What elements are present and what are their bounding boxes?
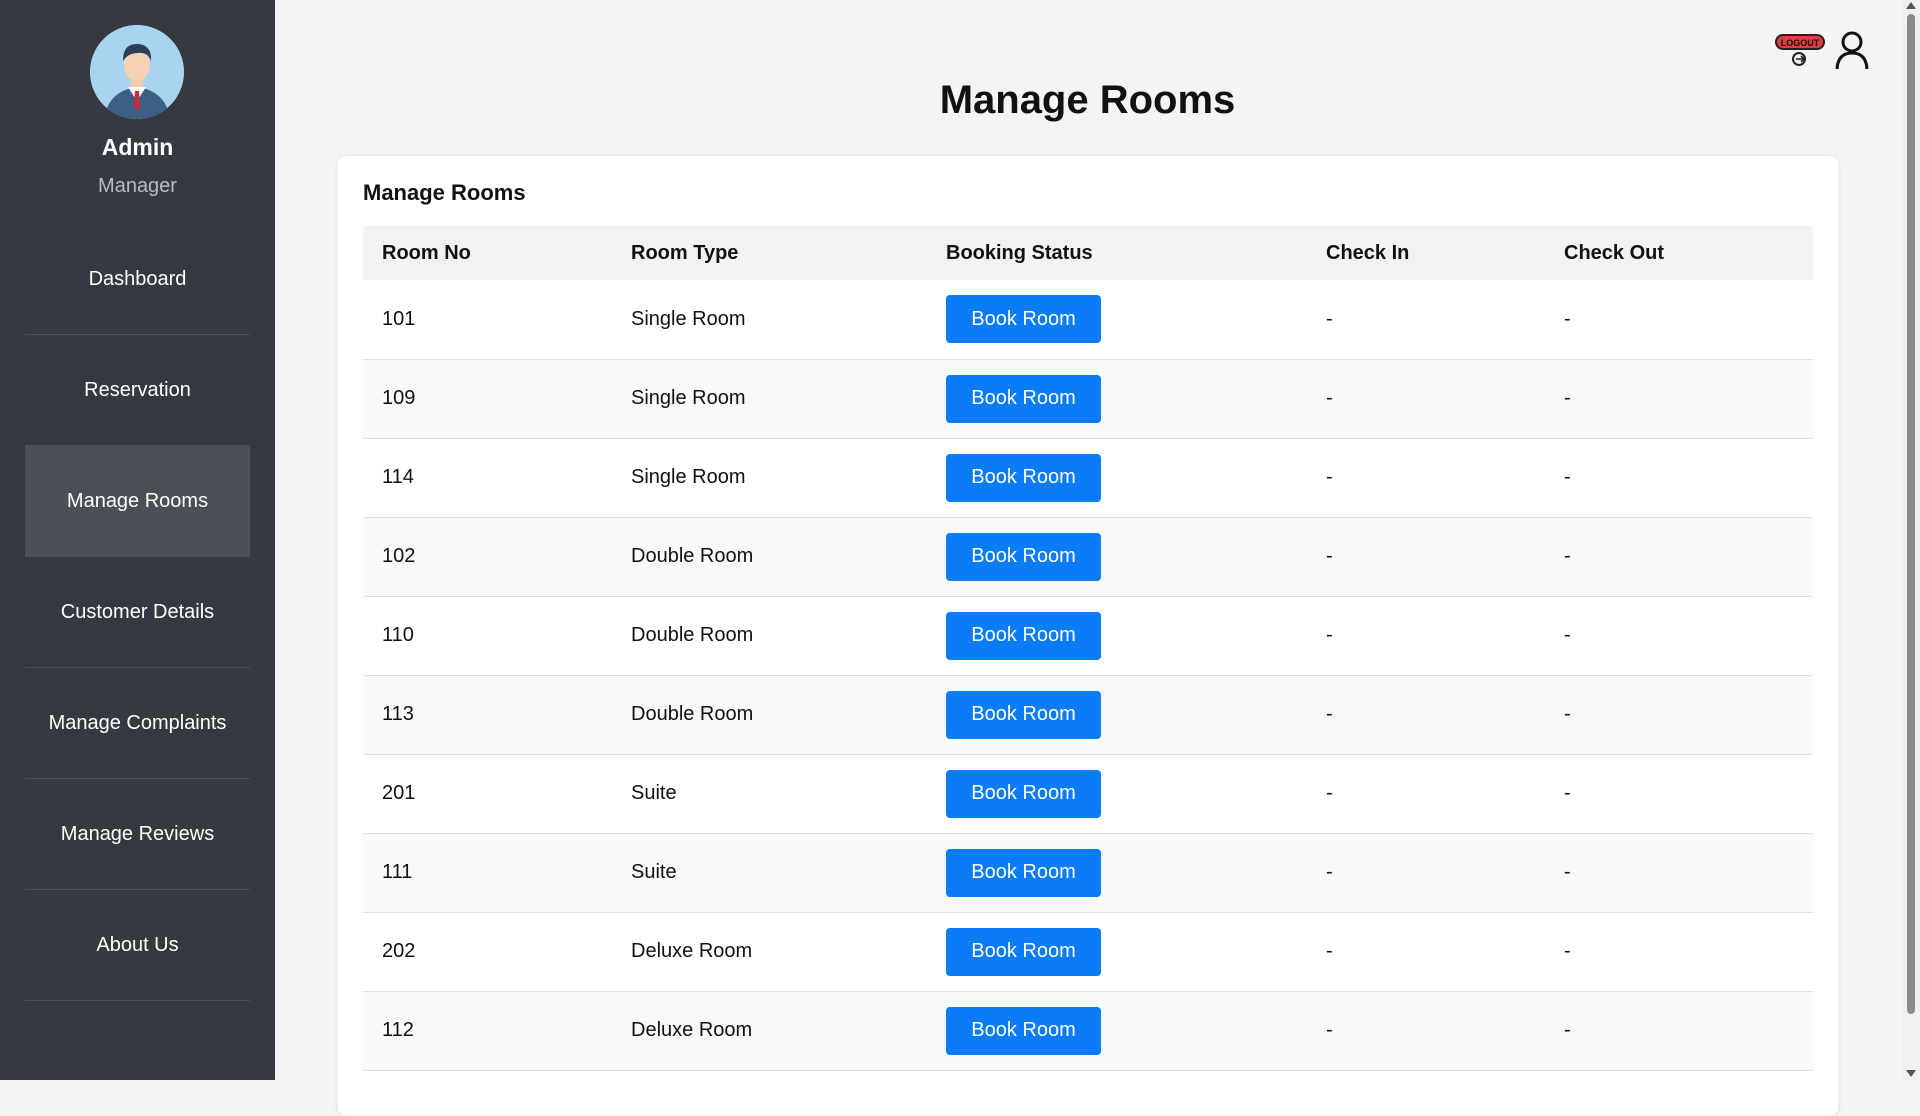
book-room-button[interactable]: Book Room: [946, 690, 1101, 739]
room-type-cell: Double Room: [631, 545, 754, 567]
book-room-button[interactable]: Book Room: [946, 295, 1101, 344]
card-title: Manage Rooms: [363, 180, 526, 205]
room-no-cell: 109: [382, 387, 416, 409]
booking-status-cell: Book Room: [927, 675, 1307, 754]
check-in-cell: -: [1326, 703, 1333, 725]
sidebar-nav: Dashboard Reservation Manage Rooms Custo…: [25, 224, 250, 1001]
table-row: 101 Single Room Book Room - -: [363, 280, 1813, 359]
check-out-cell: -: [1564, 387, 1571, 409]
room-no-cell: 114: [382, 466, 414, 488]
table-row: 112 Deluxe Room Book Room - -: [363, 991, 1813, 1070]
page-title: Manage Rooms: [939, 78, 1236, 122]
check-out-cell: -: [1564, 861, 1571, 883]
scroll-down-arrow-icon[interactable]: [1906, 1070, 1916, 1077]
book-room-button[interactable]: Book Room: [946, 848, 1101, 897]
check-in-cell: -: [1326, 624, 1333, 646]
room-type-cell: Suite: [631, 782, 677, 804]
sidebar-item-reservation[interactable]: Reservation: [25, 335, 250, 446]
book-room-button[interactable]: Book Room: [946, 927, 1101, 976]
book-room-button[interactable]: Book Room: [946, 611, 1101, 660]
table-header-row: Room No Room Type Booking Status Check I…: [363, 226, 1813, 280]
user-icon[interactable]: [1834, 30, 1870, 70]
room-no-cell: 111: [382, 861, 413, 883]
booking-status-cell: Book Room: [927, 517, 1307, 596]
book-room-button[interactable]: Book Room: [946, 1006, 1101, 1055]
booking-status-cell: Book Room: [927, 596, 1307, 675]
page-scrollbar[interactable]: [1902, 0, 1920, 1080]
booking-status-cell: Book Room: [927, 912, 1307, 991]
check-out-cell: -: [1564, 703, 1571, 725]
table-row: 114 Single Room Book Room - -: [363, 438, 1813, 517]
booking-status-cell: Book Room: [927, 359, 1307, 438]
room-type-cell: Double Room: [631, 624, 754, 646]
column-header-check-in: Check In: [1326, 241, 1410, 264]
scroll-up-arrow-icon[interactable]: [1906, 2, 1916, 9]
check-in-cell: -: [1326, 940, 1333, 962]
check-out-cell: -: [1564, 624, 1571, 646]
check-in-cell: -: [1326, 307, 1333, 330]
logout-icon[interactable]: LOGOUT: [1774, 32, 1828, 68]
check-in-cell: -: [1326, 387, 1333, 409]
check-out-cell: -: [1564, 307, 1571, 330]
sidebar-item-about-us[interactable]: About Us: [25, 890, 250, 1001]
book-room-button[interactable]: Book Room: [946, 769, 1101, 818]
column-header-check-out: Check Out: [1564, 241, 1665, 264]
column-header-room-type: Room Type: [631, 241, 739, 264]
sidebar-item-manage-reviews[interactable]: Manage Reviews: [25, 779, 250, 890]
room-type-cell: Deluxe Room: [631, 940, 753, 962]
check-in-cell: -: [1326, 861, 1333, 883]
table-row: 102 Double Room Book Room - -: [363, 517, 1813, 596]
book-room-button[interactable]: Book Room: [946, 453, 1101, 502]
room-type-cell: Deluxe Room: [631, 1019, 753, 1041]
admin-avatar: [90, 25, 184, 119]
admin-name: Admin: [101, 134, 174, 160]
booking-status-cell: Book Room: [927, 280, 1307, 359]
room-type-cell: Single Room: [631, 466, 746, 488]
column-header-room-no: Room No: [382, 241, 471, 264]
table-row: 202 Deluxe Room Book Room - -: [363, 912, 1813, 991]
sidebar-item-customer-details[interactable]: Customer Details: [25, 557, 250, 668]
rooms-table: Room No Room Type Booking Status Check I…: [363, 226, 1813, 1071]
booking-status-cell: Book Room: [927, 833, 1307, 912]
table-row: 113 Double Room Book Room - -: [363, 675, 1813, 754]
room-no-cell: 101: [382, 307, 416, 330]
table-row: 109 Single Room Book Room - -: [363, 359, 1813, 438]
check-out-cell: -: [1564, 545, 1571, 567]
sidebar-item-manage-rooms[interactable]: Manage Rooms: [25, 446, 250, 557]
check-in-cell: -: [1326, 545, 1333, 567]
check-in-cell: -: [1326, 782, 1333, 804]
check-in-cell: -: [1326, 1019, 1333, 1041]
check-out-cell: -: [1564, 782, 1571, 804]
book-room-button[interactable]: Book Room: [946, 532, 1101, 581]
room-no-cell: 102: [382, 545, 416, 567]
column-header-booking-status: Booking Status: [946, 241, 1093, 264]
room-no-cell: 202: [382, 940, 416, 962]
check-out-cell: -: [1564, 466, 1571, 488]
room-no-cell: 110: [382, 624, 414, 646]
room-type-cell: Suite: [631, 861, 677, 883]
sidebar-item-dashboard[interactable]: Dashboard: [25, 224, 250, 335]
room-type-cell: Single Room: [631, 387, 746, 409]
check-in-cell: -: [1326, 466, 1333, 488]
table-row: 111 Suite Book Room - -: [363, 833, 1813, 912]
booking-status-cell: Book Room: [927, 754, 1307, 833]
manage-rooms-card: Manage Rooms Room No Room Type Booking S…: [338, 156, 1838, 1116]
room-type-cell: Single Room: [631, 307, 746, 330]
table-row: 110 Double Room Book Room - -: [363, 596, 1813, 675]
check-out-cell: -: [1564, 940, 1571, 962]
room-no-cell: 113: [382, 703, 414, 725]
room-no-cell: 201: [382, 782, 416, 804]
admin-role: Manager: [98, 175, 177, 197]
book-room-button[interactable]: Book Room: [946, 374, 1101, 423]
sidebar: Admin Manager Dashboard Reservation Mana…: [0, 0, 275, 1080]
room-type-cell: Double Room: [631, 703, 754, 725]
table-row: 201 Suite Book Room - -: [363, 754, 1813, 833]
scrollbar-thumb[interactable]: [1907, 14, 1915, 1014]
sidebar-item-manage-complaints[interactable]: Manage Complaints: [25, 668, 250, 779]
check-out-cell: -: [1564, 1019, 1571, 1041]
booking-status-cell: Book Room: [927, 991, 1307, 1070]
booking-status-cell: Book Room: [927, 438, 1307, 517]
logout-label: LOGOUT: [1781, 38, 1820, 48]
room-no-cell: 112: [382, 1019, 414, 1041]
